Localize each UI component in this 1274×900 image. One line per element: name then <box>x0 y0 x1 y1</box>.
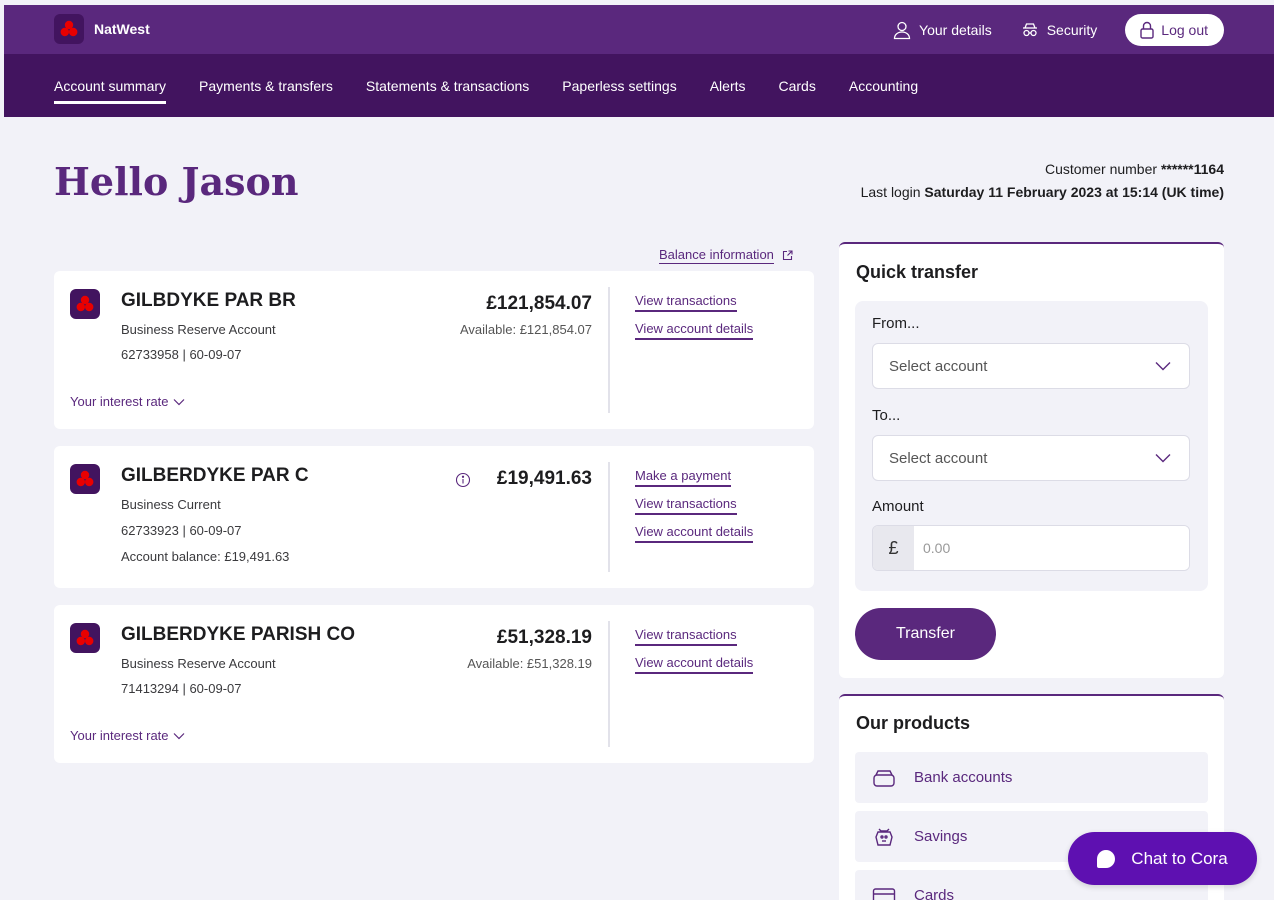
quick-transfer-form: From... Select account To... Select acco… <box>855 301 1208 591</box>
info-icon[interactable] <box>455 472 471 488</box>
wallet-icon <box>873 769 895 787</box>
interest-rate-label: Your interest rate <box>70 394 169 409</box>
account-type: Business Reserve Account <box>121 656 276 671</box>
chat-to-cora-button[interactable]: Chat to Cora <box>1068 832 1257 885</box>
piggy-bank-icon <box>875 828 893 846</box>
chat-bubble-icon <box>1097 849 1116 868</box>
security-link[interactable]: Security <box>1020 20 1098 40</box>
brand-name: NatWest <box>94 21 150 37</box>
page-title: Hello Jason <box>54 159 299 204</box>
to-account-select[interactable]: Select account <box>872 435 1190 481</box>
last-login-value: Saturday 11 February 2023 at 15:14 (UK t… <box>924 184 1224 200</box>
view-transactions-link[interactable]: View transactions <box>635 496 737 515</box>
from-label: From... <box>872 315 920 332</box>
account-balance-line: Account balance: £19,491.63 <box>121 549 290 564</box>
security-label: Security <box>1046 22 1098 38</box>
view-transactions-link[interactable]: View transactions <box>635 293 737 312</box>
logout-label: Log out <box>1161 22 1208 38</box>
account-card: GILBERDYKE PARISH CO Business Reserve Ac… <box>54 605 814 763</box>
your-details-label: Your details <box>919 22 992 38</box>
customer-number: ******1164 <box>1160 161 1224 177</box>
nav-paperless-settings[interactable]: Paperless settings <box>562 78 676 104</box>
customer-number-label: Customer number <box>1045 161 1158 177</box>
credit-card-icon <box>872 887 896 900</box>
balance-information-link[interactable]: Balance information <box>659 247 793 264</box>
transfer-button[interactable]: Transfer <box>855 608 996 660</box>
nav-statements-transactions[interactable]: Statements & transactions <box>366 78 529 104</box>
currency-symbol: £ <box>873 526 914 570</box>
nav-cards[interactable]: Cards <box>779 78 816 104</box>
products-title: Our products <box>856 713 971 733</box>
interest-rate-label: Your interest rate <box>70 728 169 743</box>
account-number: 71413294 | 60-09-07 <box>121 681 242 696</box>
nav-account-summary[interactable]: Account summary <box>54 78 167 104</box>
your-details-link[interactable]: Your details <box>892 20 992 40</box>
account-type: Business Current <box>121 497 221 512</box>
account-name: GILBERDYKE PARISH CO <box>121 624 356 645</box>
chevron-down-icon <box>1155 454 1171 463</box>
quick-transfer-title: Quick transfer <box>856 262 979 282</box>
user-icon <box>893 21 911 40</box>
amount-label: Amount <box>872 498 924 515</box>
quick-transfer-panel: Quick transfer From... Select account To… <box>839 242 1224 678</box>
main-nav: Account summary Payments & transfers Sta… <box>4 54 1274 117</box>
account-balance: £121,854.07 <box>486 293 592 314</box>
nav-payments-transfers[interactable]: Payments & transfers <box>199 78 333 104</box>
nav-alerts[interactable]: Alerts <box>710 78 746 104</box>
logout-button[interactable]: Log out <box>1125 14 1224 46</box>
to-account-value: Select account <box>889 449 988 467</box>
natwest-logo-icon <box>54 14 84 44</box>
account-available: Available: £51,328.19 <box>467 656 592 671</box>
security-icon <box>1022 23 1037 37</box>
customer-meta: Customer number ******1164 Last login Sa… <box>861 158 1224 204</box>
make-payment-link[interactable]: Make a payment <box>635 468 732 487</box>
account-card: GILBERDYKE PAR C Business Current 627339… <box>54 446 814 588</box>
account-balance: £51,328.19 <box>496 627 592 648</box>
natwest-account-icon <box>70 623 100 653</box>
natwest-account-icon <box>70 289 100 319</box>
natwest-account-icon <box>70 464 100 494</box>
account-card: GILBDYKE PAR BR Business Reserve Account… <box>54 271 814 429</box>
top-bar: NatWest Your details Security Log out <box>4 5 1274 54</box>
view-account-details-link[interactable]: View account details <box>635 321 754 340</box>
nav-accounting[interactable]: Accounting <box>849 78 918 104</box>
from-account-select[interactable]: Select account <box>872 343 1190 389</box>
view-account-details-link[interactable]: View account details <box>635 524 754 543</box>
product-label: Savings <box>914 828 968 845</box>
account-name: GILBERDYKE PAR C <box>121 465 309 486</box>
account-available: Available: £121,854.07 <box>459 322 592 337</box>
product-label: Cards <box>914 887 955 900</box>
interest-rate-toggle[interactable]: Your interest rate <box>70 728 185 743</box>
view-account-details-link[interactable]: View account details <box>635 655 754 674</box>
account-balance: £19,491.63 <box>496 468 592 489</box>
chevron-down-icon <box>173 732 184 739</box>
amount-field: £ <box>872 525 1190 571</box>
view-transactions-link[interactable]: View transactions <box>635 627 737 646</box>
amount-input[interactable] <box>914 526 1189 570</box>
balance-information-label: Balance information <box>659 247 774 264</box>
chevron-down-icon <box>173 398 184 405</box>
lock-icon <box>1140 21 1154 39</box>
account-name: GILBDYKE PAR BR <box>121 290 296 311</box>
external-link-icon <box>782 250 793 261</box>
product-bank-accounts[interactable]: Bank accounts <box>855 752 1208 803</box>
chevron-down-icon <box>1155 362 1171 371</box>
from-account-value: Select account <box>889 357 988 375</box>
chat-label: Chat to Cora <box>1131 848 1228 868</box>
interest-rate-toggle[interactable]: Your interest rate <box>70 394 185 409</box>
account-type: Business Reserve Account <box>121 322 276 337</box>
last-login-label: Last login <box>860 184 921 200</box>
account-number: 62733923 | 60-09-07 <box>121 523 242 538</box>
to-label: To... <box>872 407 901 424</box>
product-label: Bank accounts <box>914 769 1013 786</box>
brand-logo[interactable]: NatWest <box>54 14 150 44</box>
account-number: 62733958 | 60-09-07 <box>121 347 242 362</box>
